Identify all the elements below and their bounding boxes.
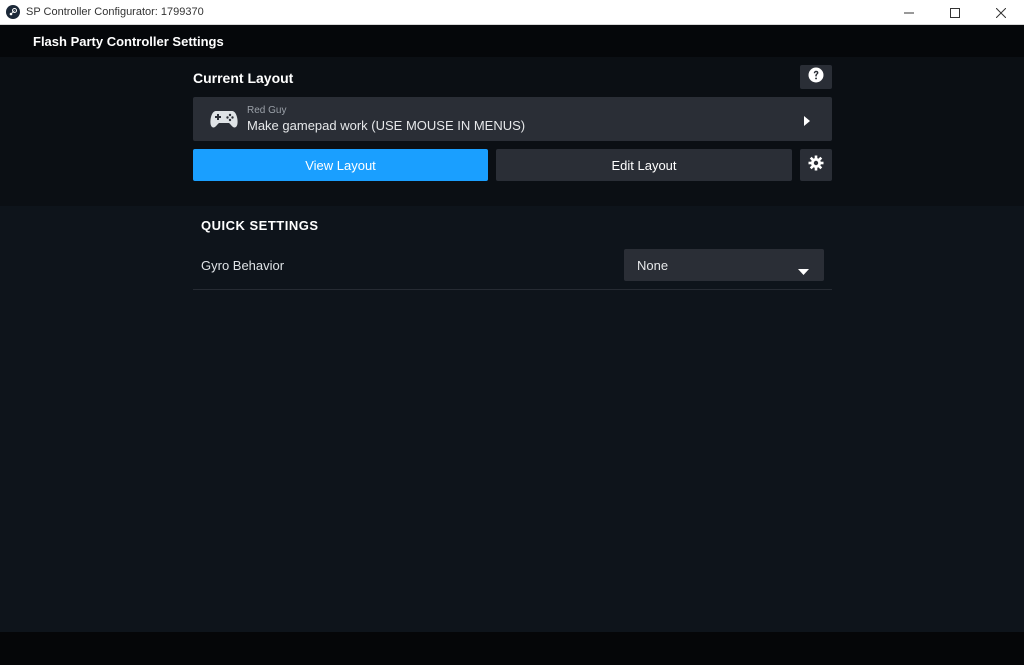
help-button[interactable] xyxy=(800,65,832,89)
question-circle-icon xyxy=(808,67,824,88)
gamepad-icon xyxy=(210,109,238,134)
current-layout-title: Current Layout xyxy=(193,70,294,86)
current-layout-panel: Current Layout Red Guy Make gamepad work… xyxy=(0,57,1024,206)
gyro-behavior-dropdown[interactable]: None xyxy=(624,249,824,281)
layout-name: Make gamepad work (USE MOUSE IN MENUS) xyxy=(247,118,526,133)
window-controls xyxy=(886,0,1024,25)
minimize-button[interactable] xyxy=(886,0,932,25)
view-layout-button[interactable]: View Layout xyxy=(193,149,488,181)
gyro-behavior-label: Gyro Behavior xyxy=(201,258,285,273)
chevron-right-icon xyxy=(804,113,810,131)
dropdown-value: None xyxy=(637,258,669,273)
setting-row-gyro-behavior: Gyro Behavior None xyxy=(193,244,832,290)
footer-bar xyxy=(0,632,1024,665)
window-titlebar: SP Controller Configurator: 1799370 xyxy=(0,0,1024,25)
close-button[interactable] xyxy=(978,0,1024,25)
window-title: SP Controller Configurator: 1799370 xyxy=(26,6,204,18)
page-title: Flash Party Controller Settings xyxy=(33,33,224,49)
app-header: Flash Party Controller Settings xyxy=(0,25,1024,57)
quick-settings-title: QUICK SETTINGS xyxy=(201,218,319,233)
edit-layout-button[interactable]: Edit Layout xyxy=(496,149,792,181)
layout-settings-button[interactable] xyxy=(800,149,832,181)
layout-owner: Red Guy xyxy=(247,105,287,116)
maximize-button[interactable] xyxy=(932,0,978,25)
layout-card[interactable]: Red Guy Make gamepad work (USE MOUSE IN … xyxy=(193,97,832,141)
gear-icon xyxy=(808,155,824,176)
chevron-down-icon xyxy=(798,262,809,280)
steam-icon xyxy=(6,5,20,19)
